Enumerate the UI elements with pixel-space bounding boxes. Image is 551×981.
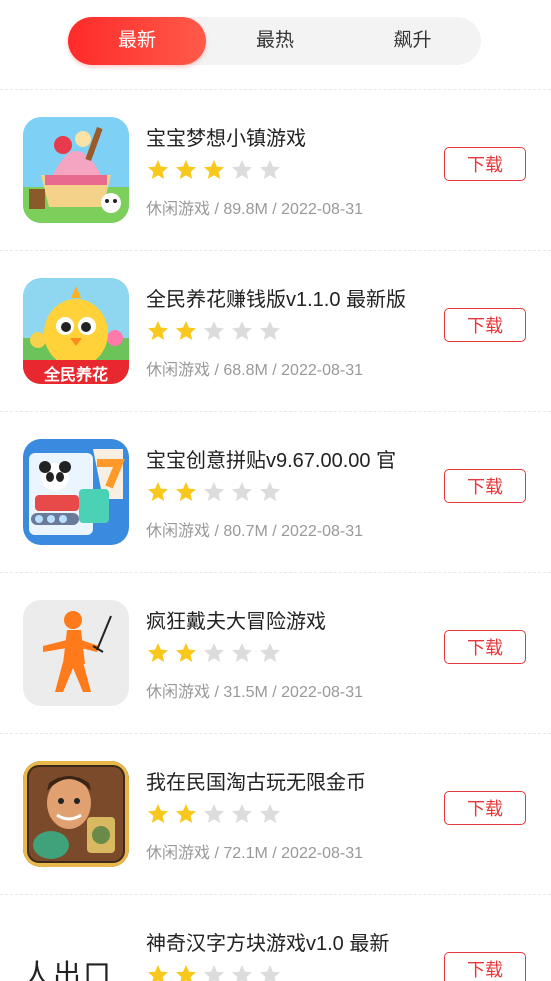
list-item[interactable]: 宝宝梦想小镇游戏 休闲游戏 / 89.8M / 2022-08-31 下载 bbox=[0, 90, 551, 250]
rating-stars bbox=[146, 802, 286, 826]
star-icon bbox=[174, 319, 198, 343]
rating-stars bbox=[146, 963, 286, 981]
app-title[interactable]: 疯狂戴夫大冒险游戏 bbox=[146, 605, 446, 634]
star-icon bbox=[202, 963, 226, 981]
app-title[interactable]: 神奇汉字方块游戏v1.0 最新 bbox=[146, 927, 446, 956]
star-icon bbox=[202, 480, 226, 504]
stick-figure-sword-icon bbox=[23, 600, 129, 706]
rating-stars bbox=[146, 158, 286, 182]
star-icon bbox=[202, 158, 226, 182]
download-button[interactable]: 下载 bbox=[444, 630, 526, 664]
star-icon bbox=[230, 641, 254, 665]
download-button[interactable]: 下载 bbox=[444, 308, 526, 342]
star-icon bbox=[174, 802, 198, 826]
star-icon bbox=[146, 963, 170, 981]
star-icon bbox=[230, 158, 254, 182]
star-icon bbox=[202, 641, 226, 665]
icon-caption: 人出口 bbox=[23, 958, 114, 981]
star-icon bbox=[230, 480, 254, 504]
tab-rising[interactable]: 飙升 bbox=[344, 17, 481, 65]
star-icon bbox=[146, 319, 170, 343]
star-icon bbox=[258, 641, 282, 665]
app-meta: 休闲游戏 / 68.8M / 2022-08-31 bbox=[146, 362, 363, 379]
list-item[interactable]: 疯狂戴夫大冒险游戏 休闲游戏 / 31.5M / 2022-08-31 下载 bbox=[0, 573, 551, 733]
star-icon bbox=[258, 802, 282, 826]
app-title[interactable]: 宝宝创意拼贴v9.67.00.00 官 bbox=[146, 444, 446, 473]
rating-stars bbox=[146, 480, 286, 504]
star-icon bbox=[174, 641, 198, 665]
rating-stars bbox=[146, 319, 286, 343]
star-icon bbox=[146, 480, 170, 504]
star-icon bbox=[230, 963, 254, 981]
icon-caption: 全民养花 bbox=[43, 367, 108, 384]
ice-cream-shop-icon bbox=[23, 117, 129, 223]
star-icon bbox=[258, 480, 282, 504]
chinese-character-blocks-icon: 人出口 bbox=[23, 953, 129, 981]
star-icon bbox=[146, 641, 170, 665]
list-item[interactable]: 人出口 神奇汉字方块游戏v1.0 最新 下载 bbox=[0, 895, 551, 981]
category-tabs: 最新 最热 飙升 bbox=[68, 17, 481, 65]
tab-hottest[interactable]: 最热 bbox=[206, 17, 344, 65]
download-button[interactable]: 下载 bbox=[444, 952, 526, 981]
tab-latest[interactable]: 最新 bbox=[68, 17, 206, 65]
star-icon bbox=[202, 319, 226, 343]
star-icon bbox=[230, 802, 254, 826]
star-icon bbox=[146, 158, 170, 182]
app-title[interactable]: 宝宝梦想小镇游戏 bbox=[146, 122, 446, 151]
rating-stars bbox=[146, 641, 286, 665]
star-icon bbox=[258, 963, 282, 981]
star-icon bbox=[258, 319, 282, 343]
download-button[interactable]: 下载 bbox=[444, 147, 526, 181]
star-icon bbox=[174, 963, 198, 981]
list-item[interactable]: 宝宝创意拼贴v9.67.00.00 官 休闲游戏 / 80.7M / 2022-… bbox=[0, 412, 551, 572]
app-meta: 休闲游戏 / 31.5M / 2022-08-31 bbox=[146, 684, 363, 701]
app-title[interactable]: 我在民国淘古玩无限金币 bbox=[146, 766, 446, 795]
chick-flower-icon: 全民养花 bbox=[23, 278, 129, 384]
list-item[interactable]: 全民养花 全民养花赚钱版v1.1.0 最新版 休闲游戏 / 68.8M / 20… bbox=[0, 251, 551, 411]
star-icon bbox=[146, 802, 170, 826]
app-title[interactable]: 全民养花赚钱版v1.1.0 最新版 bbox=[146, 283, 446, 312]
app-meta: 休闲游戏 / 72.1M / 2022-08-31 bbox=[146, 845, 363, 862]
star-icon bbox=[174, 480, 198, 504]
download-button[interactable]: 下载 bbox=[444, 791, 526, 825]
star-icon bbox=[174, 158, 198, 182]
star-icon bbox=[258, 158, 282, 182]
list-item[interactable]: 我在民国淘古玩无限金币 休闲游戏 / 72.1M / 2022-08-31 下载 bbox=[0, 734, 551, 894]
star-icon bbox=[230, 319, 254, 343]
download-button[interactable]: 下载 bbox=[444, 469, 526, 503]
panda-collage-icon bbox=[23, 439, 129, 545]
antique-dealer-icon bbox=[23, 761, 129, 867]
app-meta: 休闲游戏 / 89.8M / 2022-08-31 bbox=[146, 201, 363, 218]
app-meta: 休闲游戏 / 80.7M / 2022-08-31 bbox=[146, 523, 363, 540]
star-icon bbox=[202, 802, 226, 826]
